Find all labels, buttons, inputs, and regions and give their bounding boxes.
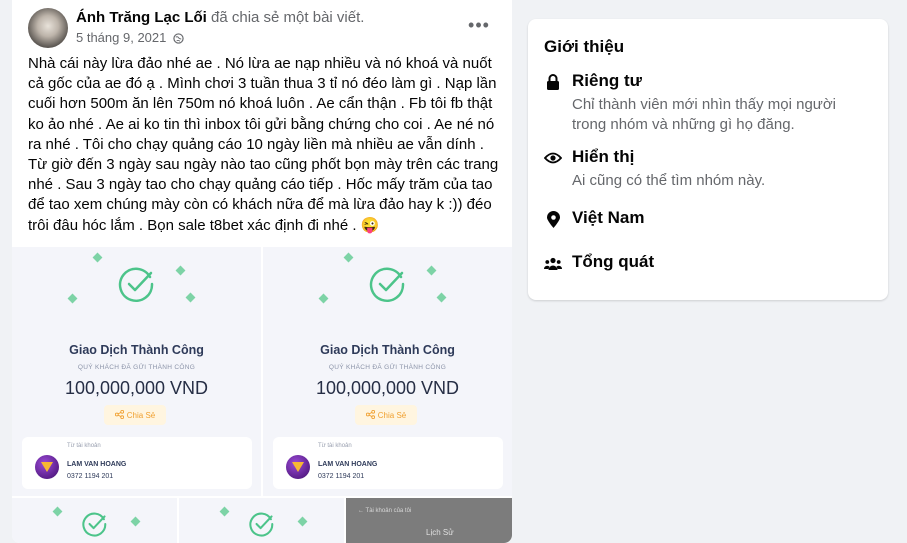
receipt-photo[interactable] — [12, 498, 177, 543]
post-text: Nhà cái này lừa đảo nhé ae . Nó lừa ae n… — [28, 55, 499, 234]
post-card: Ánh Trăng Lạc Lối đã chia sẻ một bài viế… — [12, 0, 512, 543]
account-phone: 0372 1194 201 — [318, 473, 365, 480]
about-desc: Ai cũng có thể tìm nhóm này. — [572, 172, 766, 189]
history-label: Lịch Sử — [426, 528, 454, 537]
history-photo[interactable]: ← Tài khoản của tôi Lịch Sử — [346, 498, 512, 543]
account-card: Từ tài khoản LAM VAN HOANG 0372 1194 201 — [273, 437, 503, 489]
author-avatar[interactable] — [28, 8, 68, 48]
receipt-amount: 100,000,000 VND — [315, 378, 460, 398]
receipt-share-button: Chia Sẻ — [355, 405, 417, 425]
share-icon — [114, 409, 124, 421]
decor-diamond — [92, 252, 103, 263]
location-pin-icon — [544, 210, 562, 228]
receipt-amount: 100,000,000 VND — [64, 378, 209, 398]
from-account-label: Từ tài khoản — [67, 443, 101, 449]
decor-diamond — [436, 292, 447, 303]
post-date[interactable]: 5 tháng 9, 2021 — [76, 30, 166, 45]
account-name: LAM VAN HOANG — [318, 461, 378, 468]
success-check-icon — [82, 512, 107, 537]
about-item-visibility: Hiển thị Ai cũng có thể tìm nhóm này. — [544, 147, 874, 191]
decor-diamond — [219, 506, 230, 517]
receipt-subtitle: QUÝ KHÁCH ĐÃ GỬI THÀNH CÔNG — [328, 364, 447, 371]
success-check-icon — [369, 267, 405, 303]
about-item-privacy: Riêng tư Chỉ thành viên mới nhìn thấy mọ… — [544, 71, 874, 135]
decor-diamond — [343, 252, 354, 263]
about-card: Giới thiệu Riêng tư Chỉ thành viên mới n… — [528, 19, 888, 300]
decor-diamond — [52, 506, 63, 517]
share-icon — [365, 409, 375, 421]
post-meta: 5 tháng 9, 2021 — [76, 30, 184, 48]
about-title: Giới thiệu — [544, 37, 625, 56]
decor-diamond — [185, 292, 196, 303]
decor-diamond — [175, 265, 186, 276]
about-label: Việt Nam — [572, 208, 645, 227]
receipt-photo[interactable]: Giao Dịch Thành Công QUÝ KHÁCH ĐÃ GỬI TH… — [12, 247, 261, 496]
receipt-photo[interactable] — [179, 498, 344, 543]
about-label: Riêng tư — [572, 71, 642, 90]
bank-logo-icon — [35, 455, 59, 479]
shared-action-text: đã chia sẻ một bài viết. — [206, 9, 365, 26]
author-name[interactable]: Ánh Trăng Lạc Lối — [76, 9, 207, 26]
eye-icon — [544, 149, 562, 167]
decor-diamond — [426, 265, 437, 276]
back-label: ← Tài khoản của tôi — [358, 508, 412, 514]
decor-diamond — [297, 516, 308, 527]
from-account-label: Từ tài khoản — [318, 443, 352, 449]
about-item-category: Tổng quát — [544, 252, 874, 276]
about-item-location: Việt Nam — [544, 208, 874, 232]
receipt-title: Giao Dịch Thành Công — [320, 343, 455, 357]
receipt-subtitle: QUÝ KHÁCH ĐÃ GỬI THÀNH CÔNG — [77, 364, 196, 371]
lock-icon — [544, 73, 562, 91]
more-options-button[interactable]: ••• — [464, 10, 494, 40]
success-check-icon — [118, 267, 154, 303]
bank-logo-icon — [286, 455, 310, 479]
about-label: Hiển thị — [572, 147, 635, 166]
account-phone: 0372 1194 201 — [67, 473, 114, 480]
photo-gallery: Giao Dịch Thành Công QUÝ KHÁCH ĐÃ GỬI TH… — [12, 247, 512, 543]
more-dots-icon: ••• — [468, 14, 490, 35]
decor-diamond — [318, 293, 329, 304]
receipt-title: Giao Dịch Thành Công — [69, 343, 204, 357]
author-line: Ánh Trăng Lạc Lối đã chia sẻ một bài viế… — [76, 9, 364, 27]
success-check-icon — [249, 512, 274, 537]
share-label: Chia Sẻ — [126, 410, 156, 420]
about-label: Tổng quát — [572, 252, 655, 271]
receipt-share-button: Chia Sẻ — [104, 405, 166, 425]
decor-diamond — [67, 293, 78, 304]
receipt-photo[interactable]: Giao Dịch Thành Công QUÝ KHÁCH ĐÃ GỬI TH… — [263, 247, 512, 496]
account-name: LAM VAN HOANG — [67, 461, 127, 468]
share-label: Chia Sẻ — [377, 410, 407, 420]
globe-icon — [173, 32, 184, 48]
about-desc: Chỉ thành viên mới nhìn thấy mọi người t… — [572, 96, 837, 133]
post-header: Ánh Trăng Lạc Lối đã chia sẻ một bài viế… — [12, 0, 512, 52]
people-icon — [544, 254, 562, 272]
decor-diamond — [130, 516, 141, 527]
account-card: Từ tài khoản LAM VAN HOANG 0372 1194 201 — [22, 437, 252, 489]
